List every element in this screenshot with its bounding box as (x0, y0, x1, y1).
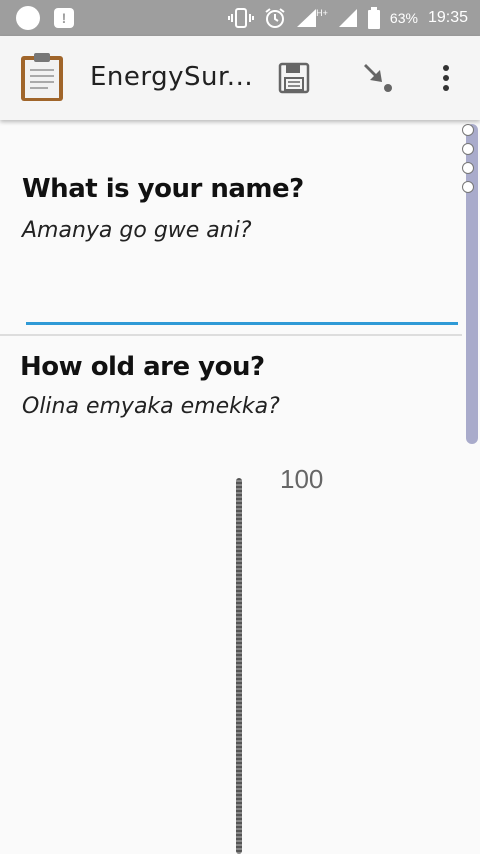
alarm-icon (264, 7, 286, 29)
page-dot (462, 181, 474, 193)
page-dot (462, 143, 474, 155)
name-input[interactable] (26, 276, 458, 325)
slider-max-label: 100 (280, 464, 324, 494)
divider (0, 334, 462, 336)
signal-icon (296, 8, 318, 28)
submit-arrow-icon (360, 64, 396, 100)
question-name-hint: Amanya go gwe ani? (22, 218, 252, 243)
question-age-hint: Olina emyaka emekka? (22, 394, 280, 419)
status-right: H+ 63% 19:35 (228, 0, 468, 36)
circle-notification-icon (16, 6, 40, 30)
submit-button[interactable] (360, 60, 396, 96)
battery-percent: 63% (389, 10, 418, 26)
signal-icon-2 (338, 8, 358, 28)
alert-notification-icon: ! (54, 8, 74, 28)
save-button[interactable] (278, 62, 310, 94)
question-age-label: How old are you? (20, 352, 265, 382)
battery-icon (367, 7, 380, 29)
app-bar: EnergySur... (0, 36, 480, 120)
clipboard-icon (20, 52, 64, 102)
network-type-label: H+ (316, 8, 328, 18)
status-left: ! (16, 6, 74, 30)
save-icon (278, 62, 310, 98)
more-vert-icon (436, 65, 456, 100)
page-dot (462, 124, 474, 136)
app-title: EnergySur... (90, 62, 254, 92)
clock: 19:35 (427, 9, 468, 26)
status-bar: ! H+ 63% 19:35 (0, 0, 480, 36)
age-slider[interactable] (236, 478, 242, 854)
more-options-button[interactable] (436, 60, 456, 96)
vibrate-icon (228, 8, 255, 28)
page-dots (462, 124, 476, 200)
question-name-label: What is your name? (22, 174, 304, 204)
page-dot (462, 162, 474, 174)
